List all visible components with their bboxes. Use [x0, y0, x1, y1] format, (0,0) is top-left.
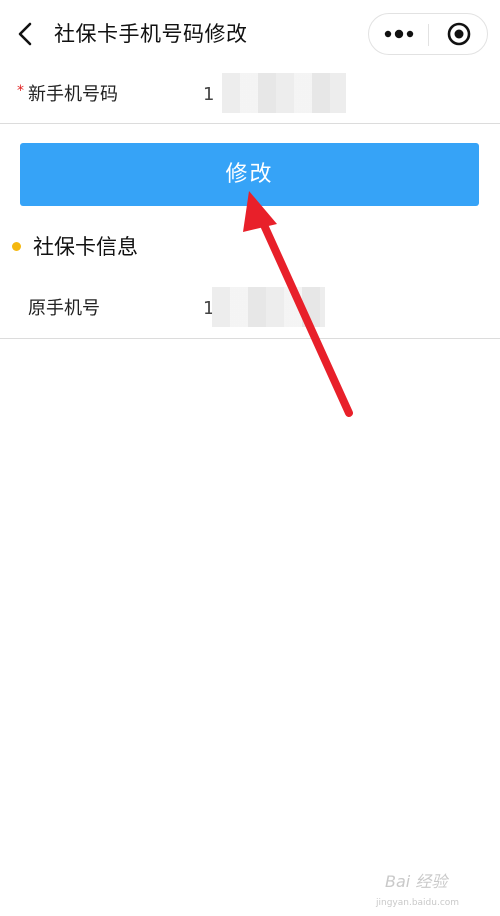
target-circle-icon [447, 22, 471, 46]
section-dot-icon [12, 242, 21, 251]
page-title: 社保卡手机号码修改 [54, 22, 248, 46]
privacy-blur [222, 73, 346, 113]
divider [0, 338, 500, 339]
annotation-arrow-icon [243, 191, 353, 417]
old-phone-row: 原手机号 1 [0, 282, 500, 336]
privacy-blur [212, 287, 325, 327]
modify-button[interactable]: 修改 [20, 143, 479, 206]
new-phone-row: * 新手机号码 1 [0, 68, 500, 122]
section-title: 社保卡信息 [33, 235, 138, 259]
close-button[interactable] [429, 14, 488, 54]
watermark-url: jingyan.baidu.com [376, 898, 460, 908]
more-dots-icon [384, 29, 414, 39]
more-button[interactable] [369, 14, 428, 54]
old-phone-label: 原手机号 [28, 298, 100, 319]
divider [0, 123, 500, 124]
mini-program-capsule [368, 13, 488, 55]
new-phone-input[interactable]: 1 [203, 82, 214, 108]
chevron-left-icon [18, 22, 32, 46]
new-phone-label: 新手机号码 [28, 84, 118, 105]
baidu-watermark: Bai 经验 [385, 872, 448, 891]
top-bar: 社保卡手机号码修改 [0, 0, 500, 68]
back-button[interactable] [14, 20, 38, 48]
required-mark: * [17, 83, 24, 99]
